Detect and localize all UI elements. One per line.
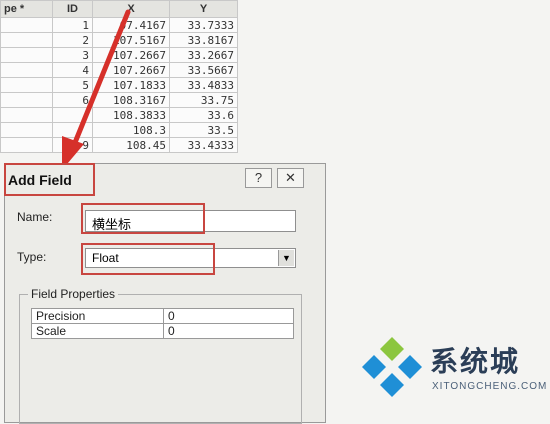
watermark-text: 系统城	[430, 345, 521, 378]
table-cell[interactable]	[52, 122, 93, 138]
table-row[interactable]: 6 108.3167 33.75	[0, 92, 238, 108]
table-cell[interactable]: 33.5667	[169, 62, 238, 78]
field-properties-table: Precision 0 Scale 0	[31, 308, 294, 339]
help-icon: ?	[254, 170, 263, 185]
table-cell[interactable]: 5	[52, 77, 93, 93]
table-cell[interactable]	[0, 92, 53, 108]
property-key: Scale	[31, 323, 164, 339]
table-cell[interactable]	[0, 107, 53, 123]
column-header-type[interactable]: pe *	[0, 0, 53, 18]
table-cell[interactable]	[0, 32, 53, 48]
table-cell[interactable]: 33.8167	[169, 32, 238, 48]
table-cell[interactable]: 107.2667	[92, 47, 170, 63]
table-cell[interactable]	[0, 122, 53, 138]
attribute-table: pe * ID X Y 1 07.4167 33.7333 2 107.5167 33.8…	[0, 0, 238, 153]
table-row[interactable]: 108.3833 33.6	[0, 107, 238, 123]
table-cell[interactable]	[52, 107, 93, 123]
property-value[interactable]: 0	[163, 323, 294, 339]
table-cell[interactable]: 3	[52, 47, 93, 63]
table-row[interactable]: 2 107.5167 33.8167	[0, 32, 238, 48]
table-cell[interactable]: 108.3	[92, 122, 170, 138]
table-row[interactable]: 3 107.2667 33.2667	[0, 47, 238, 63]
table-cell[interactable]	[0, 47, 53, 63]
chevron-down-icon[interactable]: ▼	[278, 250, 294, 266]
table-cell[interactable]	[0, 62, 53, 78]
table-cell[interactable]: 108.3167	[92, 92, 170, 108]
watermark-subtext: XITONGCHENG.COM	[432, 381, 548, 392]
table-header-row: pe * ID X Y	[0, 0, 238, 18]
table-cell[interactable]: 4	[52, 62, 93, 78]
table-row[interactable]: 9 108.45 33.4333	[0, 137, 238, 153]
table-cell[interactable]: 33.4833	[169, 77, 238, 93]
table-cell[interactable]: 108.3833	[92, 107, 170, 123]
table-cell[interactable]	[0, 17, 53, 33]
table-cell[interactable]: 1	[52, 17, 93, 33]
name-highlight-box	[81, 203, 205, 234]
table-row[interactable]: 108.3 33.5	[0, 122, 238, 138]
table-cell[interactable]: 107.1833	[92, 77, 170, 93]
table-cell[interactable]: 33.75	[169, 92, 238, 108]
table-cell[interactable]: 2	[52, 32, 93, 48]
close-icon: ✕	[285, 170, 296, 185]
table-row[interactable]: 5 107.1833 33.4833	[0, 77, 238, 93]
field-properties-group: Field Properties Precision 0 Scale 0	[19, 287, 302, 424]
table-cell[interactable]: 107.2667	[92, 62, 170, 78]
property-row-scale[interactable]: Scale 0	[31, 323, 294, 339]
table-cell[interactable]: 07.4167	[92, 17, 170, 33]
column-header-x[interactable]: X	[92, 0, 170, 18]
table-cell[interactable]	[0, 137, 53, 153]
column-header-id[interactable]: ID	[52, 0, 93, 18]
table-row[interactable]: 4 107.2667 33.5667	[0, 62, 238, 78]
type-highlight-box	[81, 243, 215, 275]
table-cell[interactable]	[0, 77, 53, 93]
table-cell[interactable]: 9	[52, 137, 93, 153]
type-label: Type:	[17, 250, 47, 264]
watermark-logo-icon	[362, 337, 422, 397]
table-cell[interactable]: 6	[52, 92, 93, 108]
property-key: Precision	[31, 308, 164, 324]
table-cell[interactable]: 33.7333	[169, 17, 238, 33]
table-cell[interactable]: 33.2667	[169, 47, 238, 63]
field-properties-label: Field Properties	[28, 287, 119, 301]
help-button[interactable]: ?	[245, 168, 272, 188]
title-highlight-box	[4, 163, 95, 196]
name-label: Name:	[17, 210, 53, 224]
table-cell[interactable]: 33.4333	[169, 137, 238, 153]
table-cell[interactable]: 107.5167	[92, 32, 170, 48]
property-row-precision[interactable]: Precision 0	[31, 308, 294, 324]
table-cell[interactable]: 33.6	[169, 107, 238, 123]
column-header-y[interactable]: Y	[169, 0, 238, 18]
table-row[interactable]: 1 07.4167 33.7333	[0, 17, 238, 33]
property-value[interactable]: 0	[163, 308, 294, 324]
add-field-dialog: Add Field ? ✕ Name: 横坐标 Type: Float ▼ Fi…	[4, 163, 326, 424]
table-cell[interactable]: 108.45	[92, 137, 170, 153]
table-cell[interactable]: 33.5	[169, 122, 238, 138]
close-button[interactable]: ✕	[277, 168, 304, 188]
